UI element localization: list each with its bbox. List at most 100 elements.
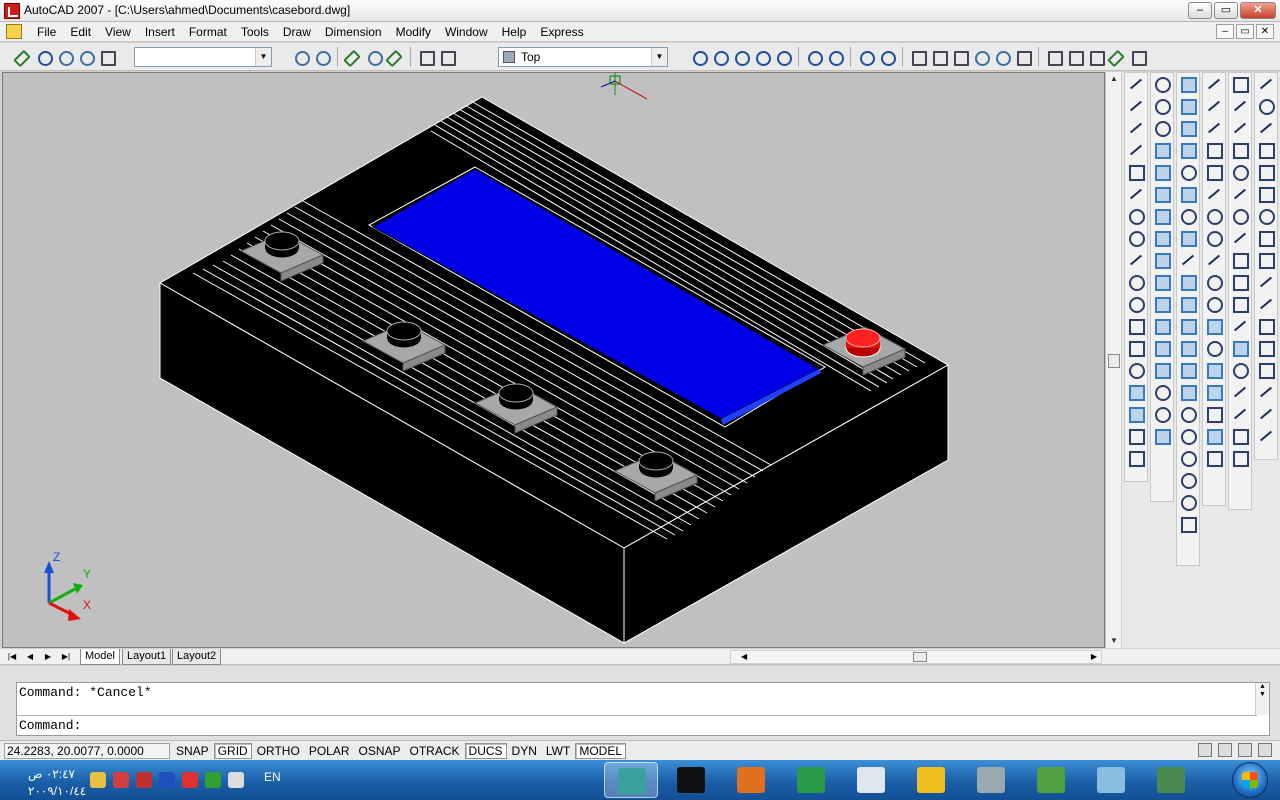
dim-update-v-icon[interactable] xyxy=(1231,427,1249,445)
pan-icon[interactable] xyxy=(56,48,74,66)
scroll-down-icon[interactable]: ▼ xyxy=(1107,634,1121,648)
dim-linear-icon[interactable] xyxy=(1045,48,1063,66)
doc-restore-button[interactable]: ▭ xyxy=(1236,24,1254,39)
document-icon[interactable] xyxy=(6,24,22,39)
shape-pentagon-icon[interactable] xyxy=(1205,141,1223,159)
shape-point-icon[interactable] xyxy=(1205,339,1223,357)
dyn-toggle[interactable]: DYN xyxy=(508,743,541,759)
taskbar-monitor-app[interactable] xyxy=(1144,762,1198,798)
array-icon[interactable] xyxy=(1257,163,1275,181)
taskbar-pdf[interactable] xyxy=(724,762,778,798)
vertical-scrollbar[interactable]: ▲ ▼ xyxy=(1105,72,1121,648)
network-icon[interactable] xyxy=(90,772,106,788)
copy-icon[interactable] xyxy=(1257,97,1275,115)
loft-icon[interactable] xyxy=(1179,383,1197,401)
command-scrollbar[interactable]: ▲ ▼ xyxy=(1255,683,1269,715)
last-tab-icon[interactable]: ▶| xyxy=(58,650,74,664)
dim-jogged-icon[interactable] xyxy=(1231,185,1249,203)
shape-block-icon[interactable] xyxy=(1205,317,1223,335)
autocad-app-icon[interactable] xyxy=(4,3,20,19)
3d-rotate-icon[interactable] xyxy=(1179,493,1197,511)
dim-arc-icon[interactable] xyxy=(1231,119,1249,137)
horizontal-scroll-thumb[interactable] xyxy=(913,652,927,662)
make-block-icon[interactable] xyxy=(1127,339,1145,357)
lock-icon[interactable] xyxy=(1218,743,1232,757)
zoom-all-icon[interactable] xyxy=(857,48,875,66)
point-icon[interactable] xyxy=(1127,361,1145,379)
clean-screen-icon[interactable] xyxy=(1258,743,1272,757)
polar-toggle[interactable]: POLAR xyxy=(305,743,354,759)
quick-leader-icon[interactable] xyxy=(1231,317,1249,335)
taskbar-green-app[interactable] xyxy=(1024,762,1078,798)
wireframe-3d-icon[interactable] xyxy=(951,48,969,66)
join-icon[interactable] xyxy=(1257,361,1275,379)
close-button[interactable]: ✕ xyxy=(1240,2,1276,19)
menu-dimension[interactable]: Dimension xyxy=(318,24,389,40)
first-tab-icon[interactable]: |◀ xyxy=(4,650,20,664)
shape-ray-icon[interactable] xyxy=(1205,97,1223,115)
restore-button[interactable]: ▭ xyxy=(1214,2,1238,19)
dim-diameter-icon[interactable] xyxy=(1231,207,1249,225)
trim-icon[interactable] xyxy=(1257,273,1275,291)
construction-line-icon[interactable] xyxy=(1127,97,1145,115)
next-tab-icon[interactable]: ▶ xyxy=(40,650,56,664)
ucs-world-icon[interactable] xyxy=(438,48,456,66)
dim-style-icon[interactable] xyxy=(1087,48,1105,66)
named-views-icon[interactable] xyxy=(98,48,116,66)
zoom-window-icon[interactable] xyxy=(690,48,708,66)
torus-icon[interactable] xyxy=(1179,207,1197,225)
dim-continue-icon[interactable] xyxy=(1231,295,1249,313)
dim-angular-icon[interactable] xyxy=(1231,229,1249,247)
move-icon[interactable] xyxy=(344,48,362,66)
dim-aligned-v-icon[interactable] xyxy=(1231,97,1249,115)
taskbar-device[interactable] xyxy=(964,762,1018,798)
shape-spline-icon[interactable] xyxy=(1205,251,1223,269)
orbit-icon[interactable] xyxy=(77,48,95,66)
shape-region-icon[interactable] xyxy=(1205,405,1223,423)
cone-icon[interactable] xyxy=(1179,141,1197,159)
model-space-viewport[interactable]: Z Y X xyxy=(2,72,1105,648)
shape-ellipse-arc-icon[interactable] xyxy=(1205,295,1223,313)
ortho-toggle[interactable]: ORTHO xyxy=(253,743,304,759)
taskbar-calculator[interactable] xyxy=(844,762,898,798)
taskbar-text-app[interactable] xyxy=(904,762,958,798)
zoom-out-icon[interactable] xyxy=(826,48,844,66)
revolve-icon[interactable] xyxy=(1179,361,1197,379)
dim-baseline-icon[interactable] xyxy=(1231,273,1249,291)
scroll-up-icon[interactable]: ▲ xyxy=(1107,72,1121,86)
dim-ordinate-icon[interactable] xyxy=(1231,141,1249,159)
union-icon[interactable] xyxy=(1153,75,1171,93)
shape-curve-icon[interactable] xyxy=(1205,185,1223,203)
extrude-icon[interactable] xyxy=(1179,295,1197,313)
arc-icon[interactable] xyxy=(1127,185,1145,203)
realistic-shade-icon[interactable] xyxy=(972,48,990,66)
doc-close-button[interactable]: ✕ xyxy=(1256,24,1274,39)
pyramid-icon[interactable] xyxy=(1179,229,1197,247)
cylinder-icon[interactable] xyxy=(1179,185,1197,203)
wedge-icon[interactable] xyxy=(1179,119,1197,137)
chamfer-icon[interactable] xyxy=(1257,383,1275,401)
tray-app-icon[interactable] xyxy=(113,772,129,788)
zoom-realtime-icon[interactable] xyxy=(35,48,53,66)
zoom-extents-icon[interactable] xyxy=(878,48,896,66)
tab-layout1[interactable]: Layout1 xyxy=(122,649,172,665)
move-tool-icon[interactable] xyxy=(1257,185,1275,203)
dim-update-icon[interactable] xyxy=(1129,48,1147,66)
line-icon[interactable] xyxy=(1127,75,1145,93)
mirror-icon[interactable] xyxy=(1257,119,1275,137)
shape-hatch-icon[interactable] xyxy=(1205,361,1223,379)
menu-modify[interactable]: Modify xyxy=(389,24,438,40)
check-icon[interactable] xyxy=(1153,405,1171,423)
3d-move-icon[interactable] xyxy=(1179,471,1197,489)
green-app-icon[interactable] xyxy=(205,772,221,788)
previous-tab-icon[interactable]: ◀ xyxy=(22,650,38,664)
taskbar-atom-app[interactable] xyxy=(1084,762,1138,798)
3d-align-icon[interactable] xyxy=(1179,515,1197,533)
wireframe-2d-icon[interactable] xyxy=(930,48,948,66)
vertical-scroll-thumb[interactable] xyxy=(1108,354,1120,368)
dim-style-v-icon[interactable] xyxy=(1231,449,1249,467)
grid-toggle[interactable]: GRID xyxy=(213,743,252,759)
gradient-icon[interactable] xyxy=(1127,405,1145,423)
status-menu-icon[interactable] xyxy=(1238,743,1252,757)
osnap-toggle[interactable]: OSNAP xyxy=(355,743,405,759)
